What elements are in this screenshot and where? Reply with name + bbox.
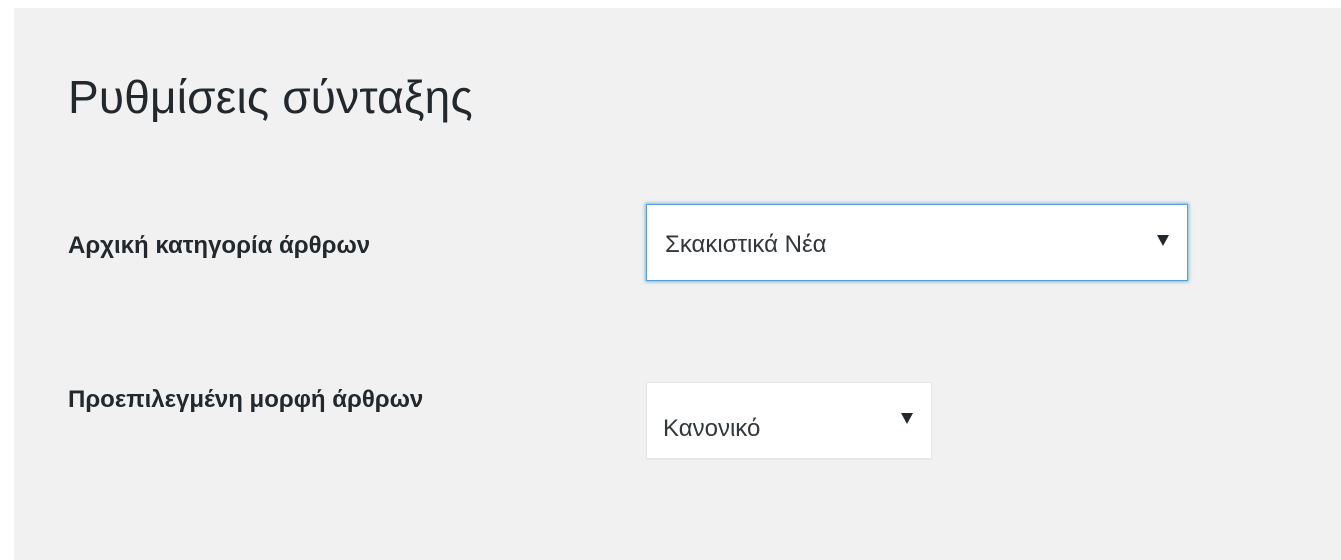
default-format-selected-value: Κανονικό	[663, 415, 761, 442]
default-format-select[interactable]: Κανονικό	[646, 382, 932, 459]
settings-panel: Ρυθμίσεις σύνταξης Αρχική κατηγορία άρθρ…	[14, 8, 1341, 560]
page-title: Ρυθμίσεις σύνταξης	[68, 71, 473, 123]
default-category-selected-value: Σκακιστικά Νέα	[665, 231, 827, 258]
chevron-down-icon	[901, 413, 913, 424]
default-category-label: Αρχική κατηγορία άρθρων	[68, 232, 371, 259]
default-category-select[interactable]: Σκακιστικά Νέα	[646, 204, 1188, 281]
default-format-label: Προεπιλεγμένη μορφή άρθρων	[68, 386, 424, 413]
chevron-down-icon	[1157, 235, 1169, 246]
